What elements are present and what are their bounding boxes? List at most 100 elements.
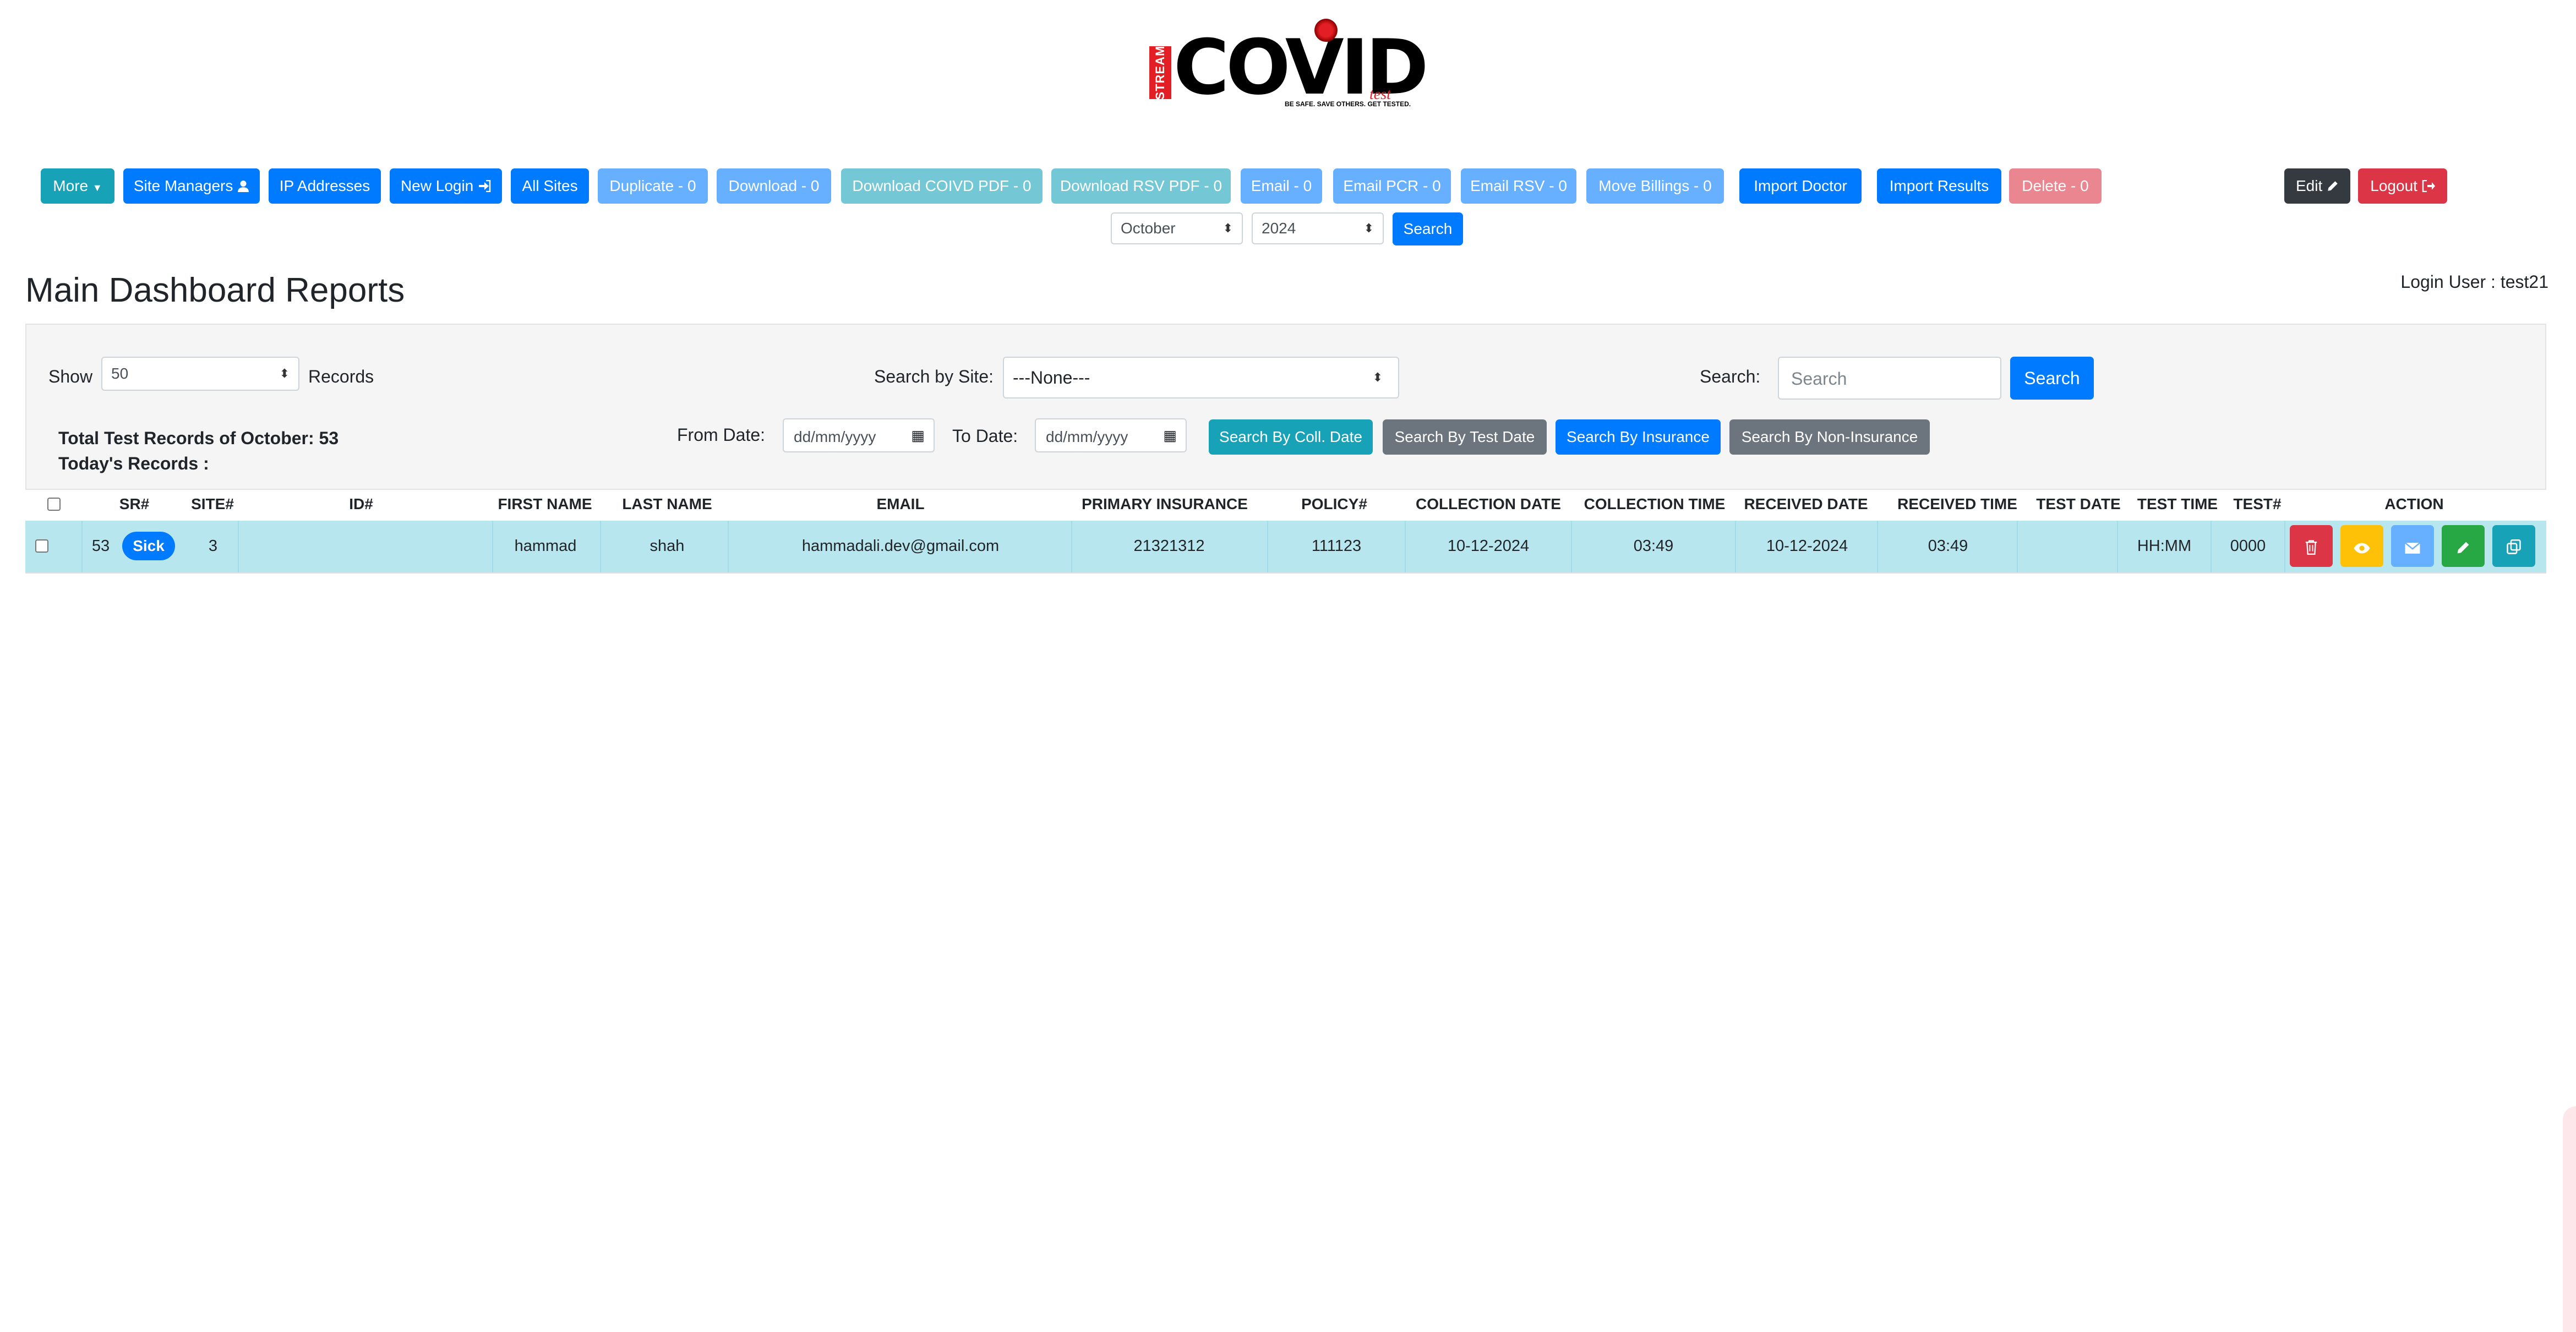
copy-icon: [2507, 539, 2521, 554]
email-button[interactable]: Email - 0: [1241, 168, 1322, 204]
email-rsv-button[interactable]: Email RSV - 0: [1461, 168, 1576, 204]
search-input-placeholder: Search: [1791, 369, 1847, 389]
cell-collection-time: 03:49: [1633, 537, 1674, 555]
site-select[interactable]: ---None--- ⬍: [1003, 357, 1399, 398]
more-dropdown-button[interactable]: More ▼: [41, 168, 114, 204]
today-records-text: Today's Records :: [58, 454, 209, 473]
search-by-insurance-button[interactable]: Search By Insurance: [1556, 419, 1721, 455]
month-select[interactable]: October ⬍: [1111, 212, 1243, 244]
from-date-input[interactable]: dd/mm/yyyy ▦: [783, 418, 935, 452]
to-date-placeholder: dd/mm/yyyy: [1046, 428, 1128, 445]
filter-panel: Show 50 ⬍ Records Search by Site: ---None…: [25, 324, 2546, 490]
header-test-no: TEST#: [2233, 495, 2282, 512]
edit-row-button[interactable]: [2442, 525, 2485, 567]
cell-received-time: 03:49: [1928, 537, 1968, 555]
search-by-test-date-button[interactable]: Search By Test Date: [1383, 419, 1547, 455]
delete-row-button[interactable]: [2290, 525, 2333, 567]
import-doctor-button[interactable]: Import Doctor: [1739, 168, 1862, 204]
cell-last-name: shah: [650, 537, 685, 555]
select-caret-icon: ⬍: [1372, 370, 1383, 384]
duplicate-button[interactable]: Duplicate - 0: [598, 168, 708, 204]
table-header: SR# SITE# ID# FIRST NAME LAST NAME EMAIL…: [25, 490, 2546, 522]
show-label: Show: [48, 367, 93, 386]
select-caret-icon: ⬍: [279, 367, 290, 380]
records-label: Records: [308, 367, 374, 386]
header-first-name: FIRST NAME: [498, 495, 592, 512]
delete-button[interactable]: Delete - 0: [2009, 168, 2102, 204]
header-sr: SR#: [119, 495, 150, 512]
header-test-date: TEST DATE: [2036, 495, 2121, 512]
edit-button[interactable]: Edit: [2284, 168, 2350, 204]
cell-first-name: hammad: [514, 537, 577, 555]
new-login-button[interactable]: New Login: [390, 168, 502, 204]
logo-tagline: BE SAFE. SAVE OTHERS. GET TESTED.: [1285, 100, 1411, 108]
search-by-coll-date-button[interactable]: Search By Coll. Date: [1209, 419, 1373, 455]
from-date-placeholder: dd/mm/yyyy: [794, 428, 876, 445]
select-all-checkbox[interactable]: [47, 498, 61, 511]
move-billings-button[interactable]: Move Billings - 0: [1586, 168, 1724, 204]
table-row[interactable]: 53 Sick 3 hammad shah hammadali.dev@gmai…: [25, 521, 2546, 574]
header-received-time: RECEIVED TIME: [1897, 495, 2017, 512]
search-button[interactable]: Search: [2010, 357, 2094, 400]
to-date-label: To Date:: [952, 426, 1018, 446]
all-sites-button[interactable]: All Sites: [511, 168, 589, 204]
search-by-non-insurance-button[interactable]: Search By Non-Insurance: [1729, 419, 1930, 455]
download-covid-pdf-button[interactable]: Download COIVD PDF - 0: [841, 168, 1043, 204]
ip-addresses-button[interactable]: IP Addresses: [269, 168, 381, 204]
header-received-date: RECEIVED DATE: [1744, 495, 1868, 512]
copy-row-button[interactable]: [2492, 525, 2535, 567]
year-select[interactable]: 2024 ⬍: [1252, 212, 1384, 244]
view-row-button[interactable]: [2340, 525, 2383, 567]
logo-stream-badge: STREAM: [1149, 46, 1171, 100]
cell-sr: 53: [91, 537, 110, 555]
pencil-icon: [2457, 542, 2469, 554]
calendar-icon: ▦: [1163, 427, 1177, 444]
cell-email: hammadali.dev@gmail.com: [801, 537, 1000, 555]
sign-in-icon: [479, 179, 491, 193]
cell-test-no: 0000: [2230, 537, 2266, 555]
from-date-label: From Date:: [677, 425, 766, 445]
download-rsv-pdf-button[interactable]: Download RSV PDF - 0: [1051, 168, 1231, 204]
decorative-corner: [2563, 1106, 2576, 1332]
cell-received-date: 10-12-2024: [1766, 537, 1848, 555]
header-action: ACTION: [2384, 495, 2444, 512]
status-badge[interactable]: Sick: [122, 532, 175, 560]
site-managers-button[interactable]: Site Managers: [123, 168, 260, 204]
cell-site: 3: [208, 537, 218, 555]
header-id: ID#: [349, 495, 373, 512]
email-pcr-button[interactable]: Email PCR - 0: [1333, 168, 1451, 204]
page-title: Main Dashboard Reports: [25, 271, 405, 309]
search-input[interactable]: Search: [1778, 357, 2001, 400]
header-primary-insurance: PRIMARY INSURANCE: [1082, 495, 1248, 512]
search-label: Search:: [1700, 367, 1761, 386]
header-collection-date: COLLECTION DATE: [1416, 495, 1561, 512]
envelope-icon: [2404, 542, 2421, 554]
search-by-site-label: Search by Site:: [874, 367, 994, 386]
eye-icon: [2354, 543, 2370, 554]
cell-policy: 111123: [1311, 537, 1362, 555]
records-per-page-select[interactable]: 50 ⬍: [101, 357, 299, 391]
user-icon: [238, 181, 249, 192]
filter-search-button[interactable]: Search: [1393, 212, 1463, 245]
trash-icon: [2305, 540, 2317, 555]
virus-icon: [1314, 19, 1338, 42]
stream-covid-logo: STREAM COVID test BE SAFE. SAVE OTHERS. …: [1149, 17, 1429, 116]
sign-out-icon: [2422, 179, 2435, 193]
calendar-icon: ▦: [911, 427, 925, 444]
total-records-text: Total Test Records of October: 53: [58, 428, 339, 448]
download-button[interactable]: Download - 0: [717, 168, 831, 204]
select-caret-icon: ⬍: [1222, 221, 1233, 235]
login-user-label: Login User : test21: [2400, 272, 2548, 292]
email-row-button[interactable]: [2391, 525, 2434, 567]
cell-primary-insurance: 21321312: [1133, 537, 1205, 555]
header-site: SITE#: [191, 495, 234, 512]
import-results-button[interactable]: Import Results: [1877, 168, 2001, 204]
logout-button[interactable]: Logout: [2358, 168, 2447, 204]
cell-collection-date: 10-12-2024: [1447, 537, 1530, 555]
header-last-name: LAST NAME: [622, 495, 712, 512]
cell-test-time: HH:MM: [2137, 537, 2192, 555]
row-checkbox[interactable]: [35, 539, 48, 553]
header-test-time: TEST TIME: [2137, 495, 2218, 512]
to-date-input[interactable]: dd/mm/yyyy ▦: [1035, 418, 1187, 452]
header-email: EMAIL: [876, 495, 925, 512]
